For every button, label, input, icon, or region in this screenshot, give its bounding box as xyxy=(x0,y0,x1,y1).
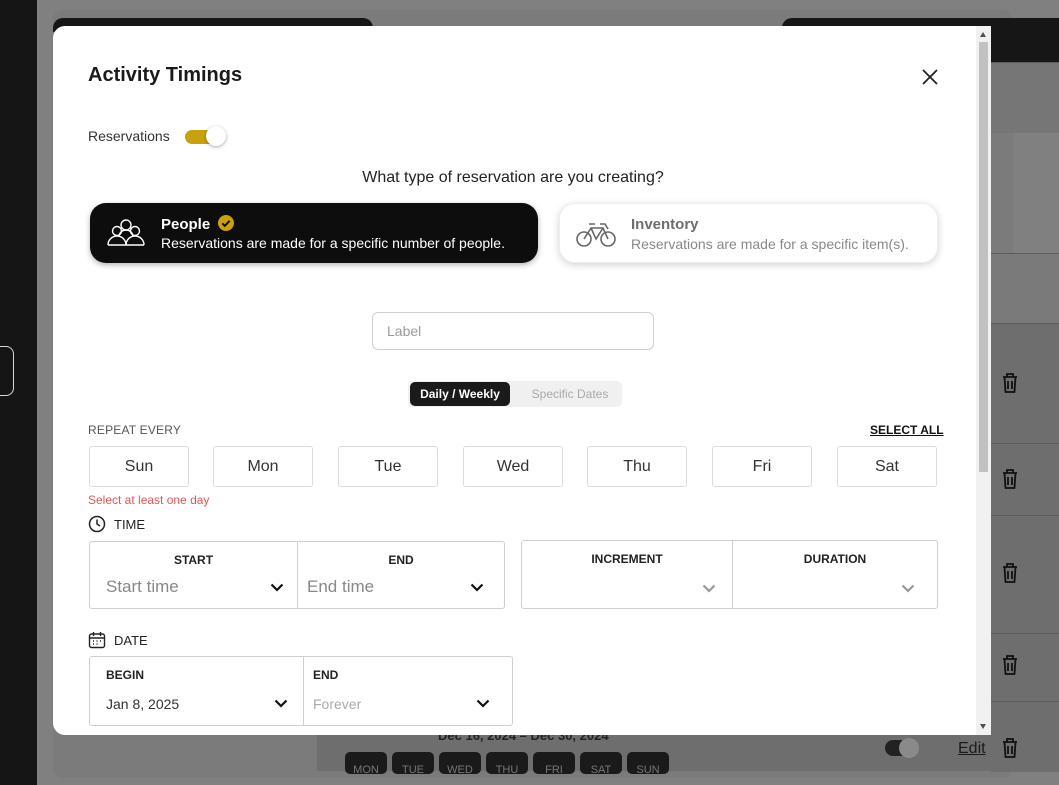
start-time-placeholder: Start time xyxy=(106,577,179,596)
background-row xyxy=(990,62,1059,133)
time-range-picker: START Start time END End time xyxy=(89,541,505,609)
schedule-mode-switch: Daily / Weekly Specific Dates xyxy=(408,381,622,407)
time-section-label: TIME xyxy=(88,515,145,533)
trash-icon[interactable] xyxy=(1001,654,1019,676)
close-icon[interactable] xyxy=(919,66,941,88)
weekday-chip: SAT xyxy=(580,752,622,776)
reservation-type-inventory[interactable]: Inventory Reservations are made for a sp… xyxy=(559,203,938,263)
sidebar-tab xyxy=(0,346,14,396)
day-button-sat[interactable]: Sat xyxy=(837,446,937,487)
toggle-knob xyxy=(206,126,226,146)
background-weekday-chips: MON TUE WED THU FRI SAT SUN xyxy=(345,752,669,776)
tab-specific-dates[interactable]: Specific Dates xyxy=(520,382,620,406)
trash-icon[interactable] xyxy=(1001,737,1019,759)
clock-icon xyxy=(88,515,106,533)
weekday-chip: THU xyxy=(486,752,528,776)
end-label: END xyxy=(388,553,414,567)
check-circle-icon xyxy=(218,215,235,231)
end-date-label: END xyxy=(313,668,339,682)
chevron-down-icon xyxy=(702,584,716,593)
trash-icon[interactable] xyxy=(1001,468,1019,490)
day-button-tue[interactable]: Tue xyxy=(338,446,438,487)
reservation-type-people[interactable]: People Reservations are made for a speci… xyxy=(90,203,538,263)
select-all-link[interactable]: SELECT ALL xyxy=(870,423,944,437)
label-input[interactable] xyxy=(372,312,654,350)
reservations-label: Reservations xyxy=(88,128,170,144)
trash-icon[interactable] xyxy=(1001,372,1019,394)
day-button-mon[interactable]: Mon xyxy=(213,446,313,487)
type-name: Inventory xyxy=(631,216,699,233)
trash-icon[interactable] xyxy=(1001,562,1019,584)
weekday-chip: MON xyxy=(345,752,387,776)
day-button-wed[interactable]: Wed xyxy=(463,446,563,487)
day-button-sun[interactable]: Sun xyxy=(89,446,189,487)
scroll-down-arrow-icon[interactable] xyxy=(980,724,986,729)
modal-title: Activity Timings xyxy=(88,64,243,86)
background-row xyxy=(990,253,1059,324)
day-button-thu[interactable]: Thu xyxy=(587,446,687,487)
chevron-down-icon xyxy=(476,699,490,708)
tab-daily-weekly[interactable]: Daily / Weekly xyxy=(410,382,510,406)
increment-duration-picker: INCREMENT DURATION xyxy=(521,540,938,609)
date-range-picker: BEGIN Jan 8, 2025 END Forever xyxy=(89,656,513,726)
end-time-placeholder: End time xyxy=(307,577,375,596)
type-description: Reservations are made for a specific ite… xyxy=(631,236,909,252)
reservation-type-question: What type of reservation are you creatin… xyxy=(362,169,664,186)
chevron-down-icon xyxy=(274,699,288,708)
start-time-select[interactable]: START Start time xyxy=(90,542,297,608)
calendar-icon xyxy=(88,631,106,649)
modal-scrollbar[interactable] xyxy=(976,26,991,735)
weekday-chip: WED xyxy=(439,752,481,776)
weekday-chip: TUE xyxy=(392,752,434,776)
end-time-select[interactable]: END End time xyxy=(297,542,504,608)
increment-select[interactable]: INCREMENT xyxy=(522,541,732,608)
day-button-fri[interactable]: Fri xyxy=(712,446,812,487)
edit-link[interactable]: Edit xyxy=(958,740,986,758)
date-section-label: DATE xyxy=(88,631,148,649)
begin-label: BEGIN xyxy=(106,668,145,682)
end-date-select[interactable]: END Forever xyxy=(303,657,512,725)
start-label: START xyxy=(173,553,214,567)
increment-label: INCREMENT xyxy=(591,552,663,566)
bicycle-icon xyxy=(576,218,616,250)
reservations-toggle[interactable] xyxy=(185,126,226,146)
begin-date-value: Jan 8, 2025 xyxy=(106,696,180,712)
weekday-chip: SUN xyxy=(627,752,669,776)
people-group-icon xyxy=(106,217,146,249)
duration-select[interactable]: DURATION xyxy=(732,541,937,608)
repeat-every-label: REPEAT EVERY xyxy=(88,423,182,437)
activity-timings-modal: Activity Timings Reservations What type … xyxy=(53,26,991,735)
scrollbar-thumb[interactable] xyxy=(979,42,988,472)
chevron-down-icon xyxy=(901,584,915,593)
chevron-down-icon xyxy=(470,583,484,592)
background-toggle[interactable] xyxy=(885,738,919,758)
duration-label: DURATION xyxy=(803,552,867,566)
end-date-value: Forever xyxy=(313,696,362,712)
begin-date-select[interactable]: BEGIN Jan 8, 2025 xyxy=(90,657,303,725)
type-name: People xyxy=(161,215,235,233)
weekday-chip: FRI xyxy=(533,752,575,776)
chevron-down-icon xyxy=(270,583,284,592)
day-error-message: Select at least one day xyxy=(88,493,210,507)
scroll-up-arrow-icon[interactable] xyxy=(980,32,986,37)
type-description: Reservations are made for a specific num… xyxy=(161,235,505,251)
